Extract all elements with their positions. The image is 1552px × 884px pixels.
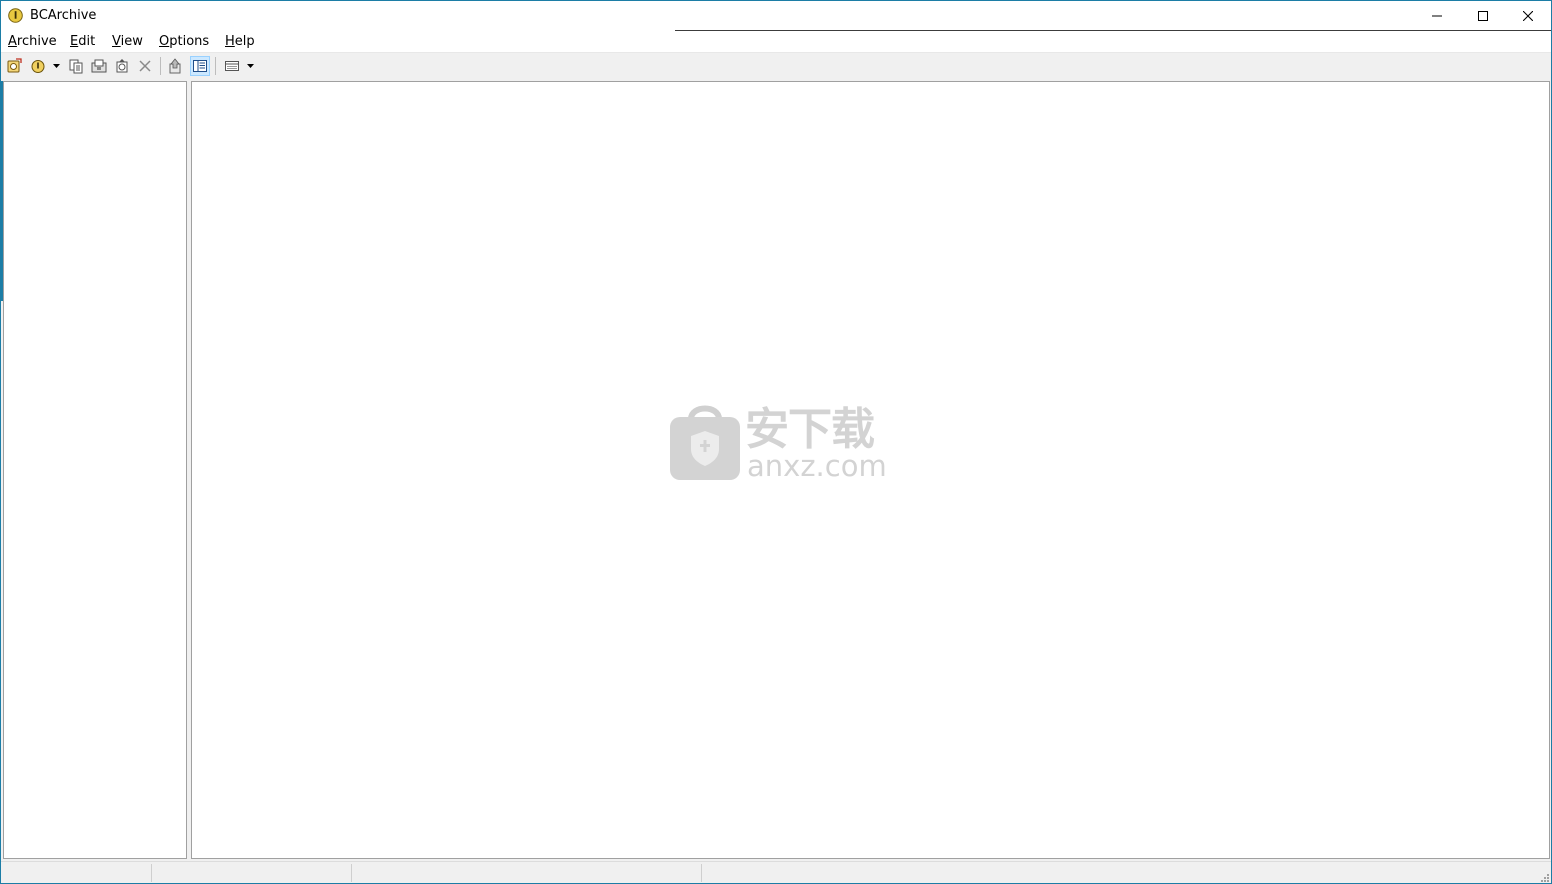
up-folder-icon [169,58,181,74]
close-icon [1523,11,1533,21]
copy-button[interactable] [66,56,86,76]
folder-tree-pane[interactable] [3,81,187,859]
menu-archive[interactable]: Archive [7,33,58,50]
resize-grip-icon[interactable] [1539,872,1549,882]
view-mode-button[interactable] [222,56,242,76]
status-cell-3 [352,864,702,882]
toolbar-separator [160,57,161,75]
minimize-icon [1432,15,1442,17]
extract-icon [91,59,107,73]
view-mode-dropdown[interactable] [246,56,255,76]
close-button[interactable] [1505,1,1551,31]
delete-button[interactable] [135,56,155,76]
menu-view[interactable]: View [111,33,144,50]
menu-help-accel: H [225,34,235,49]
maximize-icon [1478,11,1488,21]
menu-edit-rest: dit [78,34,96,49]
window-title: BCArchive [30,8,97,23]
chevron-down-icon [53,64,60,68]
menu-options-accel: O [159,34,170,49]
title-bar[interactable]: BCArchive [1,1,1551,31]
open-archive-dropdown[interactable] [52,56,61,76]
menu-options[interactable]: Options [158,33,210,50]
watermark-cn-text: 安下载 [745,404,875,455]
watermark: 安下载 anxz.com [669,401,889,483]
main-window: BCArchive Archive Edit View Options Help [0,0,1552,884]
maximize-button[interactable] [1460,1,1506,31]
folder-tree-icon [193,60,207,72]
menu-bar: Archive Edit View Options Help [1,31,1551,53]
open-archive-icon [31,60,45,73]
new-archive-button[interactable] [4,56,24,76]
chevron-down-icon [247,64,254,68]
delete-icon [139,60,151,72]
menu-archive-rest: rchive [16,34,57,49]
open-archive-button[interactable] [28,56,48,76]
view-mode-icon [225,61,239,71]
watermark-en-text: anxz.com [747,449,887,483]
copy-icon [69,59,83,74]
status-bar [1,861,1551,883]
toolbar [1,53,1551,79]
menu-edit-accel: E [70,34,79,49]
menu-options-rest: ptions [169,34,210,49]
new-archive-icon [7,58,22,73]
shopping-bag-shield-icon [670,405,740,480]
folder-tree-button[interactable] [190,56,210,76]
bcarchive-app-icon [8,8,23,23]
menu-archive-accel: A [8,34,17,49]
extract-button[interactable] [89,56,109,76]
minimize-button[interactable] [1414,1,1460,31]
toolbar-separator [215,57,216,75]
up-folder-button[interactable] [165,56,185,76]
status-cell-1 [1,864,152,882]
status-cell-2 [152,864,352,882]
menu-view-accel: V [112,34,121,49]
menu-help-rest: elp [234,34,255,49]
add-files-button[interactable] [112,56,132,76]
menu-edit[interactable]: Edit [69,33,96,50]
add-files-icon [116,59,128,73]
menu-view-rest: iew [120,34,143,49]
menu-help[interactable]: Help [224,33,256,50]
